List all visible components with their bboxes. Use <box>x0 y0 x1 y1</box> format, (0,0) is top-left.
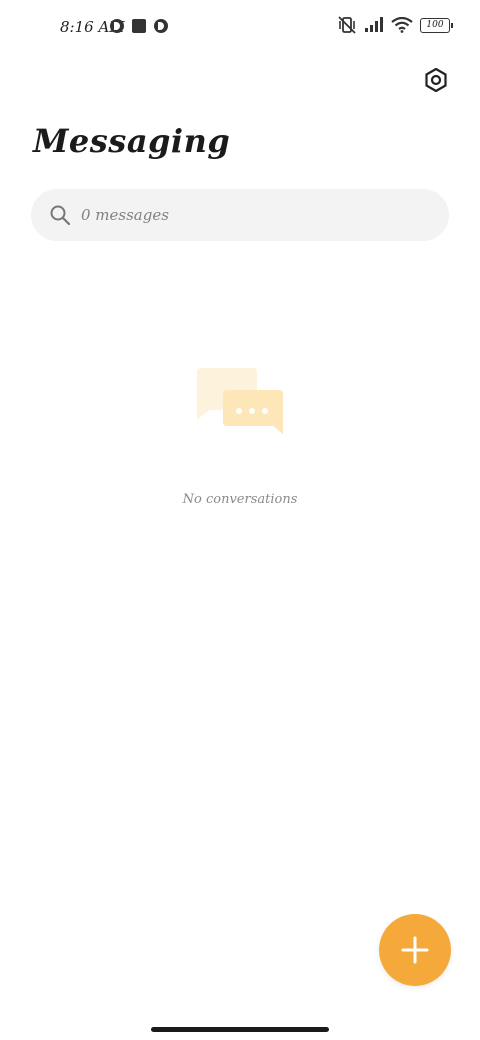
search-bar[interactable] <box>31 189 449 241</box>
gear-icon <box>425 67 447 93</box>
app-notification-icon <box>154 19 168 33</box>
app-notification-icon <box>110 19 124 33</box>
status-bar: 8:16 AM 100 <box>0 0 480 56</box>
plus-icon <box>401 936 429 964</box>
signal-icon <box>365 17 383 32</box>
empty-state-text: No conversations <box>182 492 298 507</box>
app-notification-icon <box>132 19 146 33</box>
vibrate-off-icon <box>338 16 356 34</box>
wifi-icon <box>391 17 413 33</box>
notification-icons <box>110 19 168 33</box>
home-indicator[interactable] <box>151 1027 329 1032</box>
battery-indicator: 100 <box>420 17 453 33</box>
system-icons: 100 <box>337 16 453 34</box>
page-title: Messaging <box>33 122 231 160</box>
search-input[interactable] <box>81 189 421 241</box>
settings-button[interactable] <box>420 64 452 96</box>
chat-bubbles-icon <box>197 368 283 434</box>
new-conversation-button[interactable] <box>379 914 451 986</box>
search-icon <box>50 205 71 226</box>
